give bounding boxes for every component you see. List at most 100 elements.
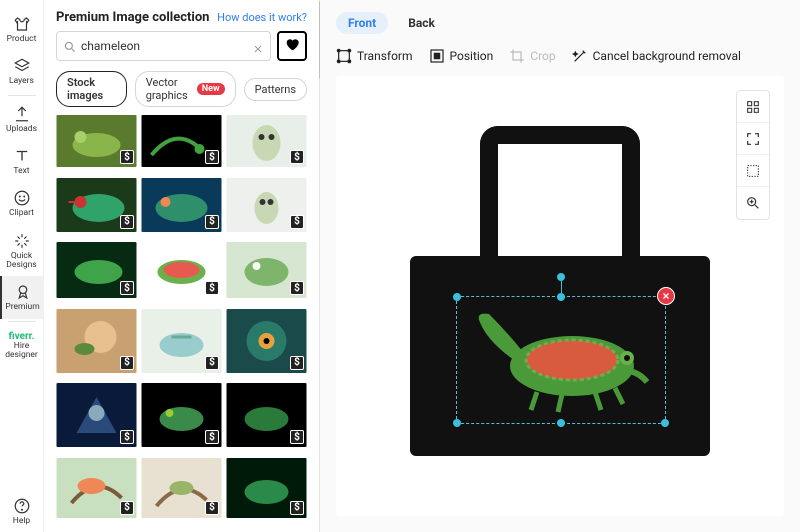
placed-image[interactable] [467, 302, 657, 420]
sidebar-label: Help [13, 517, 30, 526]
thumbnail[interactable]: $ [141, 242, 222, 298]
crop-icon [509, 48, 525, 64]
tab-label: Patterns [255, 83, 296, 96]
sidebar-item-product[interactable]: Product [0, 8, 44, 50]
selection-box[interactable] [456, 296, 666, 424]
position-button[interactable]: Position [429, 48, 494, 64]
toolbar-label: Crop [530, 49, 555, 63]
new-badge: New [197, 83, 225, 95]
price-icon: $ [205, 281, 219, 295]
tab-front[interactable]: Front [336, 12, 388, 34]
thumbnail[interactable]: $ [226, 178, 307, 232]
text-icon [13, 147, 31, 165]
canvas-area: Front Back Transform Position Crop Cance… [320, 0, 800, 532]
tshirt-icon [13, 15, 31, 33]
wand-icon [572, 48, 588, 64]
tab-patterns[interactable]: Patterns [244, 78, 307, 101]
price-icon: $ [205, 150, 219, 164]
thumbnail[interactable]: $ [56, 242, 137, 298]
tab-back[interactable]: Back [396, 12, 447, 34]
thumbnail[interactable]: $ [141, 178, 222, 232]
thumbnail[interactable]: $ [226, 383, 307, 447]
sparkle-icon [13, 232, 31, 250]
sidebar-label: Premium [5, 303, 39, 312]
resize-handle-bl[interactable] [453, 419, 461, 427]
cancel-bg-removal-button[interactable]: Cancel background removal [572, 48, 741, 64]
sidebar-item-clipart[interactable]: Clipart [0, 182, 44, 224]
thumbnail[interactable]: $ [141, 309, 222, 373]
tab-stock-images[interactable]: Stock images [56, 71, 127, 107]
search-box[interactable] [56, 31, 271, 61]
thumbnail[interactable]: $ [141, 115, 222, 167]
transform-icon [336, 48, 352, 64]
layers-icon [13, 57, 31, 75]
price-icon: $ [120, 215, 134, 229]
price-icon: $ [120, 356, 134, 370]
resize-handle-br[interactable] [661, 419, 669, 427]
help-icon [13, 497, 31, 515]
how-does-it-work-link[interactable]: How does it work? [217, 11, 307, 24]
thumbnail[interactable]: $ [226, 458, 307, 518]
clear-icon[interactable] [252, 40, 264, 52]
divider [8, 321, 36, 322]
thumbnail[interactable]: $ [56, 458, 137, 518]
toolbar-label: Transform [357, 49, 413, 63]
price-icon: $ [120, 150, 134, 164]
price-icon: $ [205, 501, 219, 515]
view-tabs: Front Back [320, 0, 800, 40]
sidebar-item-layers[interactable]: Layers [0, 50, 44, 92]
tab-label: Stock images [67, 76, 116, 102]
delete-button[interactable] [657, 287, 675, 305]
sidebar-label: Text [13, 167, 29, 176]
price-icon: $ [205, 215, 219, 229]
thumbnail[interactable]: $ [56, 383, 137, 447]
thumbnail[interactable]: $ [226, 115, 307, 167]
sidebar-item-quick-designs[interactable]: Quick Designs [0, 225, 44, 277]
zoom-button[interactable] [737, 187, 769, 219]
sidebar-label: Clipart [9, 209, 34, 218]
resize-handle-tc[interactable] [557, 293, 565, 301]
transform-button[interactable]: Transform [336, 48, 413, 64]
sidebar-item-uploads[interactable]: Uploads [0, 98, 44, 140]
price-icon: $ [290, 150, 304, 164]
sidebar-label: Uploads [6, 125, 37, 134]
floating-tools [736, 90, 770, 220]
resize-handle-tl[interactable] [453, 293, 461, 301]
price-icon: $ [290, 356, 304, 370]
favorites-button[interactable] [277, 31, 307, 61]
price-icon: $ [205, 356, 219, 370]
thumbnail[interactable]: $ [226, 309, 307, 373]
upload-icon [13, 105, 31, 123]
search-input[interactable] [81, 39, 252, 53]
divider [8, 95, 36, 96]
thumbnail[interactable]: $ [56, 115, 137, 167]
grid-view-button[interactable] [737, 91, 769, 123]
thumbnail[interactable]: $ [141, 383, 222, 447]
sidebar-label: Product [7, 35, 37, 44]
panel-header: Premium Image collection How does it wor… [44, 0, 319, 31]
thumbnail[interactable]: $ [56, 178, 137, 232]
product-mockup [400, 116, 720, 476]
thumbnail[interactable]: $ [56, 309, 137, 373]
sidebar-item-fiverr[interactable]: fiverr. Hire designer [0, 324, 44, 367]
fullscreen-button[interactable] [737, 123, 769, 155]
panel-title: Premium Image collection [56, 10, 209, 25]
heart-icon [284, 36, 300, 56]
rotate-handle[interactable] [557, 273, 565, 281]
search-row [44, 31, 319, 69]
tote-handle [480, 126, 640, 276]
safe-area-button[interactable] [737, 155, 769, 187]
price-icon: $ [120, 430, 134, 444]
design-toolbar: Transform Position Crop Cancel backgroun… [320, 40, 800, 76]
thumbnail[interactable]: $ [141, 458, 222, 518]
price-icon: $ [290, 215, 304, 229]
sidebar-item-help[interactable]: Help [0, 490, 44, 532]
design-stage[interactable] [336, 76, 784, 516]
price-icon: $ [290, 501, 304, 515]
image-panel: Premium Image collection How does it wor… [44, 0, 320, 532]
tab-vector-graphics[interactable]: Vector graphicsNew [135, 71, 236, 107]
thumbnail[interactable]: $ [226, 242, 307, 298]
sidebar-item-premium[interactable]: Premium [0, 276, 44, 318]
sidebar-item-text[interactable]: Text [0, 140, 44, 182]
resize-handle-bc[interactable] [557, 419, 565, 427]
